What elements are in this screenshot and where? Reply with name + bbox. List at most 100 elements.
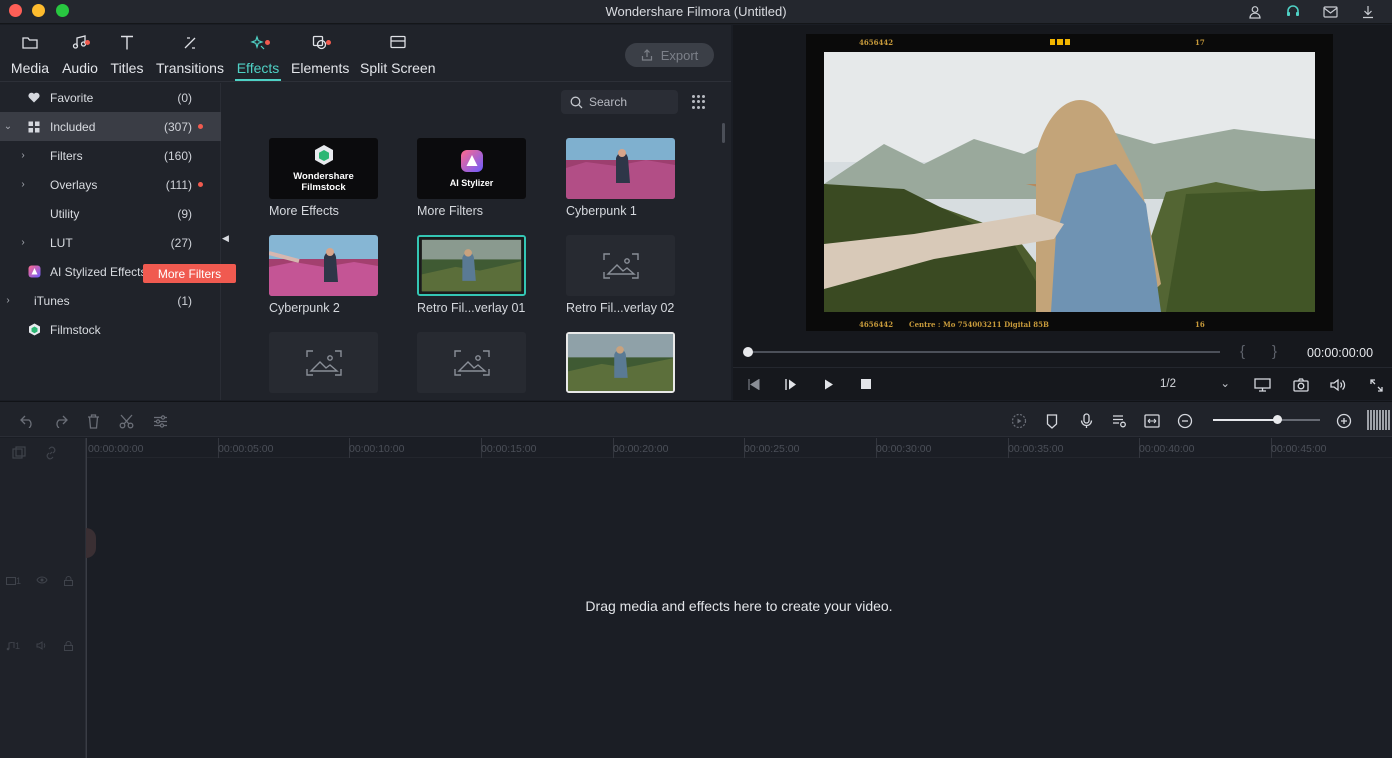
tab-audio[interactable]: Audio: [59, 35, 101, 81]
thumbnail-image: [419, 237, 524, 294]
ai-stylizer-icon: [27, 265, 41, 279]
add-track-icon[interactable]: [12, 446, 26, 460]
zoom-slider[interactable]: [1213, 419, 1320, 421]
mail-icon[interactable]: [1321, 3, 1339, 21]
render-preview-icon[interactable]: [1010, 412, 1028, 430]
microphone-icon[interactable]: [1077, 412, 1095, 430]
fullscreen-icon[interactable]: [1368, 377, 1384, 393]
playhead-handle[interactable]: [86, 528, 96, 558]
video-track-label: 1: [6, 576, 21, 586]
effects-sparkle-icon: [235, 35, 281, 57]
sidebar-item-filters[interactable]: › Filters (160): [0, 141, 221, 170]
display-icon[interactable]: [1253, 377, 1271, 393]
timeline-toolbar: [0, 401, 1392, 437]
play-next-frame-icon[interactable]: [784, 377, 798, 391]
more-filters-tooltip: More Filters: [143, 264, 236, 283]
effect-thumb[interactable]: [269, 332, 378, 393]
thumbnail-image: [269, 235, 378, 296]
music-note-icon: [6, 641, 15, 650]
search-icon: [570, 96, 583, 109]
playback-quality-select[interactable]: 1/2 ⌄: [1160, 376, 1233, 394]
preview-panel: 4656442 17 4656442 Centre : Mo 754003211…: [733, 25, 1392, 400]
image-placeholder-icon: [453, 349, 490, 376]
adjust-sliders-icon[interactable]: [151, 412, 169, 430]
zoom-slider-knob[interactable]: [1273, 415, 1283, 424]
grid-scrollbar[interactable]: [722, 123, 725, 143]
voiceover-list-icon[interactable]: [1110, 412, 1128, 430]
link-icon[interactable]: [44, 446, 58, 460]
tab-split-screen[interactable]: Split Screen: [360, 35, 435, 81]
zoom-out-icon[interactable]: [1176, 412, 1194, 430]
track-height-icon[interactable]: [1366, 409, 1390, 431]
effect-label: Cyberpunk 2: [269, 301, 340, 315]
tab-titles[interactable]: Titles: [109, 35, 145, 81]
volume-icon[interactable]: [1329, 377, 1347, 393]
window-title: Wondershare Filmora (Untitled): [605, 4, 787, 19]
tab-effects[interactable]: Effects: [235, 35, 281, 81]
effect-thumb-cyberpunk-1[interactable]: [566, 138, 675, 199]
fit-timeline-icon[interactable]: [1143, 412, 1161, 430]
chevron-right-icon[interactable]: ›: [18, 237, 28, 248]
chevron-right-icon[interactable]: ›: [3, 295, 13, 306]
effects-new-badge: [265, 40, 270, 45]
sidebar-item-included[interactable]: ⌄ Included (307): [0, 112, 221, 141]
marker-icon[interactable]: [1043, 412, 1061, 430]
undo-icon[interactable]: [18, 412, 36, 430]
preview-scrubber-row: { } 00:00:00:00: [733, 338, 1392, 368]
previous-frame-icon[interactable]: [747, 377, 761, 391]
chevron-down-icon[interactable]: ⌄: [3, 121, 13, 132]
tab-elements[interactable]: Elements: [291, 35, 349, 81]
effect-thumb[interactable]: [566, 332, 675, 393]
effect-thumb-more-filters[interactable]: AI Stylizer: [417, 138, 526, 199]
preview-image: [806, 34, 1333, 331]
chevron-right-icon[interactable]: ›: [18, 150, 28, 161]
redo-icon[interactable]: [51, 412, 69, 430]
sidebar-item-utility[interactable]: Utility (9): [0, 199, 221, 228]
export-button[interactable]: Export: [625, 43, 714, 67]
split-screen-icon: [360, 35, 435, 57]
snapshot-camera-icon[interactable]: [1292, 377, 1310, 393]
stop-icon[interactable]: [859, 377, 873, 391]
grid-view-icon[interactable]: [692, 95, 706, 109]
tab-media[interactable]: Media: [9, 35, 51, 81]
scissors-icon[interactable]: [117, 412, 135, 430]
play-icon[interactable]: [822, 377, 836, 391]
library-panel: Media Audio Titles Transitions Effects E…: [0, 25, 731, 400]
tab-transitions[interactable]: Transitions: [156, 35, 224, 81]
title-bar: Wondershare Filmora (Untitled): [0, 0, 1392, 24]
sidebar-item-itunes[interactable]: › iTunes (1): [0, 286, 221, 315]
effect-thumb[interactable]: [417, 332, 526, 393]
new-badge: [198, 124, 203, 129]
music-note-icon: [59, 35, 101, 57]
lock-icon[interactable]: [64, 576, 73, 586]
preview-scrubber[interactable]: [748, 351, 1220, 353]
sidebar-item-overlays[interactable]: › Overlays (111): [0, 170, 221, 199]
timeline-ruler[interactable]: 00:00:00:00 00:00:05:00 00:00:10:00 00:0…: [86, 438, 1392, 458]
collapse-sidebar-icon[interactable]: ◀: [222, 233, 229, 244]
effect-thumb-more-effects[interactable]: Wondershare Filmstock: [269, 138, 378, 199]
download-icon[interactable]: [1359, 3, 1377, 21]
preview-playhead[interactable]: [743, 347, 753, 357]
sidebar-item-filmstock[interactable]: Filmstock: [0, 315, 221, 344]
zoom-in-icon[interactable]: [1335, 412, 1353, 430]
eye-icon[interactable]: [36, 576, 48, 584]
lock-icon[interactable]: [64, 641, 73, 651]
export-icon: [641, 49, 652, 61]
chevron-right-icon[interactable]: ›: [18, 179, 28, 190]
track-headers: 1 1: [0, 438, 86, 758]
effect-thumb-retro-film-overlay-01[interactable]: [417, 235, 526, 296]
speaker-icon[interactable]: [36, 641, 47, 650]
mark-out-icon[interactable]: }: [1272, 343, 1277, 360]
delete-icon[interactable]: [84, 412, 102, 430]
effect-thumb-cyberpunk-2[interactable]: [269, 235, 378, 296]
timeline-area[interactable]: 1 1 00:00:00:00 00:00:05:00 00:00:10:00 …: [0, 438, 1392, 758]
account-icon[interactable]: [1246, 3, 1264, 21]
sidebar-item-favorite[interactable]: Favorite (0): [0, 83, 221, 112]
effect-thumb-retro-film-overlay-02[interactable]: [566, 235, 675, 296]
sidebar-item-lut[interactable]: › LUT (27): [0, 228, 221, 257]
support-icon[interactable]: [1284, 3, 1302, 21]
heart-icon: [27, 91, 41, 105]
search-input[interactable]: Search: [561, 90, 678, 114]
effect-label: Retro Fil...verlay 02: [566, 301, 675, 315]
mark-in-icon[interactable]: {: [1240, 343, 1245, 360]
